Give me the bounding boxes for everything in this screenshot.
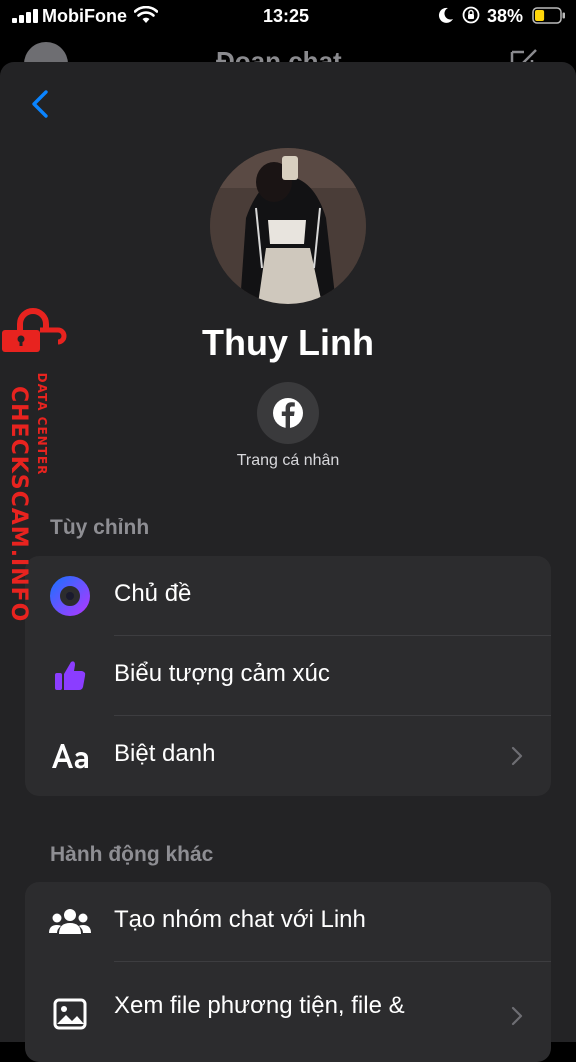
facebook-profile-button[interactable] <box>257 382 319 444</box>
facebook-profile-label: Trang cá nhân <box>236 452 340 469</box>
do-not-disturb-moon-icon <box>438 7 453 23</box>
rotation-lock-icon <box>462 6 480 24</box>
chevron-right-icon <box>511 1006 523 1026</box>
battery-percentage: 38% <box>487 6 524 26</box>
profile-name: Thuy Linh <box>202 322 374 363</box>
row-view-media[interactable]: Xem file phương tiện, file & <box>25 962 551 1042</box>
battery-icon <box>532 7 565 24</box>
row-label-nickname: Biệt danh <box>114 740 216 767</box>
row-label-theme: Chủ đề <box>114 580 192 607</box>
carrier-name: MobiFone <box>42 6 127 26</box>
chevron-right-icon <box>511 746 523 766</box>
row-theme[interactable]: Chủ đề <box>25 556 551 636</box>
row-nickname[interactable]: Biệt danh <box>25 716 551 796</box>
watermark-subtitle: DATA CENTER <box>35 372 49 476</box>
back-chevron-icon[interactable] <box>26 84 54 124</box>
conversation-details-sheet: Thuy Linh Trang cá nhân Tùy chỉnh Chủ đề <box>0 62 576 1062</box>
thumbs-up-icon <box>55 661 86 690</box>
image-icon <box>53 998 87 1030</box>
watermark: CHECKSCAM.INFO DATA CENTER <box>0 308 70 622</box>
wifi-icon <box>134 6 158 23</box>
watermark-brand: CHECKSCAM.INFO <box>6 386 31 623</box>
row-label-emoji: Biểu tượng cảm xúc <box>114 660 330 687</box>
row-emoji[interactable]: Biểu tượng cảm xúc <box>25 636 551 716</box>
status-bar: MobiFone 13:25 38% <box>0 0 576 32</box>
facebook-icon <box>273 398 303 428</box>
profile-photo[interactable] <box>210 148 366 304</box>
group-icon <box>49 909 91 934</box>
section-title-other-actions: Hành động khác <box>50 843 214 866</box>
customize-card: Chủ đề Biểu tượng cảm xúc Biệt danh <box>25 556 551 796</box>
row-label-view-media: Xem file phương tiện, file & <box>114 992 405 1019</box>
aa-icon <box>52 744 88 769</box>
row-create-group[interactable]: Tạo nhóm chat với Linh <box>25 882 551 962</box>
clock: 13:25 <box>263 6 310 26</box>
row-label-create-group: Tạo nhóm chat với Linh <box>114 906 366 933</box>
cellular-signal-icon <box>12 9 38 23</box>
profile-photo-image <box>210 148 366 304</box>
other-actions-card: Tạo nhóm chat với Linh Xem file phương t… <box>25 882 551 1062</box>
